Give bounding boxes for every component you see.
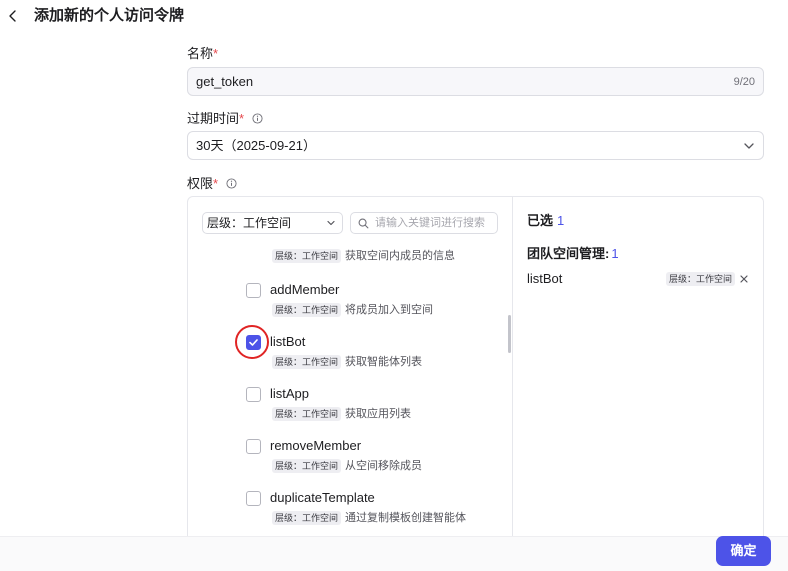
- permission-checkbox-checked[interactable]: [246, 335, 261, 350]
- name-label: 名称*: [187, 46, 218, 62]
- permissions-label: 权限*: [187, 176, 237, 192]
- permission-desc: 从空间移除成员: [345, 459, 423, 472]
- level-tag: 层级：工作空间: [272, 406, 342, 421]
- expiry-label-text: 过期时间: [187, 111, 240, 126]
- selected-count: 已选 1: [527, 213, 564, 229]
- selected-count-number: 1: [557, 213, 565, 228]
- permission-meta: 层级：工作空间 通过复制模板创建智能体: [272, 509, 467, 525]
- permission-desc: 获取空间内成员的信息: [345, 249, 456, 262]
- permission-meta: 层级：工作空间 获取空间内成员的信息: [272, 247, 456, 263]
- info-icon[interactable]: [252, 113, 263, 124]
- search-input[interactable]: [375, 215, 495, 231]
- permission-desc: 通过复制模板创建智能体: [345, 511, 467, 524]
- permission-item: 层级：工作空间 获取空间内成员的信息: [188, 242, 510, 263]
- footer-bar: [0, 536, 788, 571]
- permission-item-listApp[interactable]: listApp 层级：工作空间 获取应用列表: [188, 386, 510, 433]
- permission-list-panel: 层级：工作空间 层级：工作空间获取空间内成员的信息 addMember: [188, 197, 513, 536]
- expiry-select-value: 30天（2025-09-21）: [196, 138, 316, 153]
- selected-group-title: 团队空间管理: 1: [527, 246, 619, 262]
- check-icon: [249, 339, 258, 346]
- search-icon: [358, 218, 369, 229]
- permission-meta: 层级：工作空间 从空间移除成员: [272, 457, 423, 473]
- chevron-down-icon: [327, 220, 335, 226]
- permission-checkbox[interactable]: [246, 283, 261, 298]
- permission-desc: 获取应用列表: [345, 407, 412, 420]
- level-select-value: 层级：工作空间: [207, 216, 292, 230]
- permission-item-removeMember[interactable]: removeMember 层级：工作空间 从空间移除成员: [188, 438, 510, 485]
- name-label-text: 名称: [187, 46, 214, 61]
- selected-label: 已选: [527, 213, 554, 228]
- required-mark: *: [239, 111, 245, 126]
- page-header: 添加新的个人访问令牌: [0, 0, 788, 34]
- level-tag: 层级：工作空间: [272, 354, 342, 369]
- level-tag: 层级：工作空间: [666, 272, 736, 286]
- expiry-label: 过期时间*: [187, 111, 263, 127]
- level-tag: 层级：工作空间: [272, 458, 342, 473]
- chevron-left-icon[interactable]: [6, 8, 20, 24]
- selected-group-label: 团队空间管理:: [527, 246, 610, 261]
- permissions-label-text: 权限: [187, 176, 214, 191]
- selected-panel: 已选 1 团队空间管理: 1 listBot 层级：工作空间: [513, 197, 763, 536]
- selected-item: listBot 层级：工作空间: [527, 271, 753, 287]
- permission-checkbox[interactable]: [246, 491, 261, 506]
- permission-checkbox[interactable]: [246, 439, 261, 454]
- level-tag: 层级：工作空间: [272, 510, 342, 525]
- name-input[interactable]: get_token 9/20: [187, 67, 764, 96]
- permission-meta: 层级：工作空间 获取应用列表: [272, 405, 412, 421]
- info-icon[interactable]: [226, 178, 237, 189]
- permission-desc: 获取智能体列表: [345, 355, 423, 368]
- permission-desc: 将成员加入到空间: [345, 303, 434, 316]
- required-mark: *: [213, 176, 219, 191]
- permission-item-listBot[interactable]: listBot 层级：工作空间 获取智能体列表: [188, 325, 510, 381]
- name-input-value: get_token: [196, 74, 254, 89]
- permission-name: addMember: [270, 282, 340, 297]
- selected-item-name: listBot: [527, 271, 563, 286]
- search-box[interactable]: [350, 212, 498, 234]
- permission-meta: 层级：工作空间 获取智能体列表: [272, 353, 423, 369]
- permission-name: listBot: [270, 334, 306, 349]
- list-scrollbar[interactable]: [508, 315, 511, 353]
- confirm-button[interactable]: 确定: [716, 536, 771, 566]
- page-title: 添加新的个人访问令牌: [34, 7, 185, 24]
- permission-item-addMember[interactable]: addMember 层级：工作空间 将成员加入到空间: [188, 282, 510, 329]
- level-tag: 层级：工作空间: [272, 302, 342, 317]
- permissions-panel: 层级：工作空间 层级：工作空间获取空间内成员的信息 addMember: [187, 196, 764, 536]
- required-mark: *: [213, 46, 219, 61]
- char-counter: 9/20: [733, 76, 755, 88]
- permission-name: duplicateTemplate: [270, 490, 375, 505]
- close-icon[interactable]: [739, 274, 749, 284]
- permission-item-duplicateTemplate[interactable]: duplicateTemplate 层级：工作空间 通过复制模板创建智能体: [188, 490, 510, 536]
- permission-meta: 层级：工作空间 将成员加入到空间: [272, 301, 434, 317]
- permission-name: removeMember: [270, 438, 362, 453]
- expiry-select[interactable]: 30天（2025-09-21）: [187, 131, 764, 160]
- chevron-down-icon: [744, 143, 754, 149]
- permission-checkbox[interactable]: [246, 387, 261, 402]
- selected-group-count: 1: [611, 246, 619, 261]
- permission-name: listApp: [270, 386, 310, 401]
- level-select[interactable]: 层级：工作空间: [202, 212, 343, 234]
- level-tag: 层级：工作空间: [272, 248, 342, 263]
